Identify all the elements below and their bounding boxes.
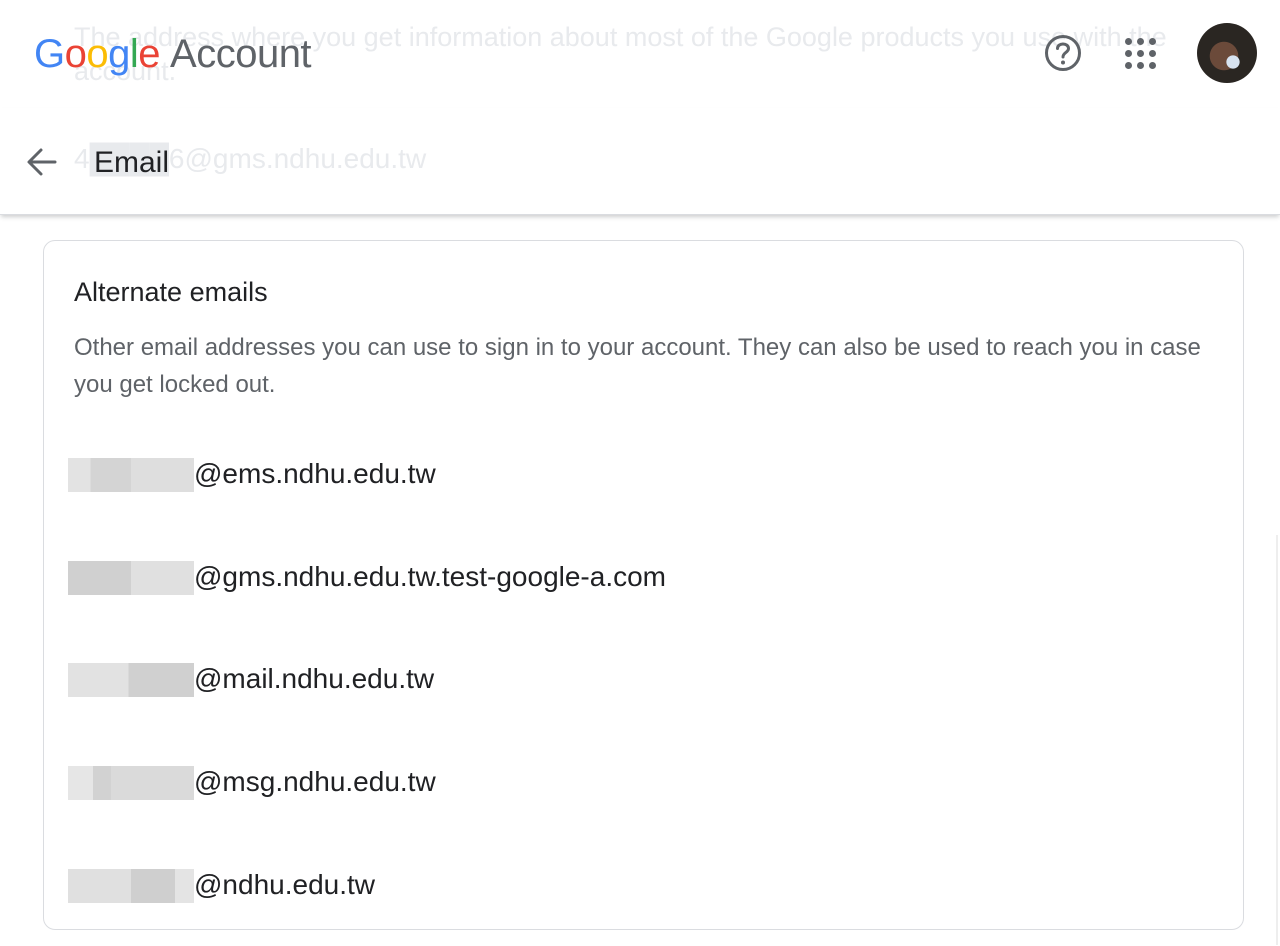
logo-letter: l (129, 32, 139, 76)
google-account-logo[interactable]: Google Account (34, 30, 312, 78)
alternate-emails-card: Alternate emails Other email addresses y… (43, 240, 1244, 930)
apps-grid-icon (1124, 37, 1156, 69)
account-avatar[interactable] (1197, 23, 1257, 83)
alternate-email-item: @ems.ndhu.edu.tw (68, 438, 1218, 541)
card-title: Alternate emails (74, 277, 268, 307)
logo-letter: g (108, 32, 130, 76)
redacted-username (68, 560, 194, 595)
page-title: Email (94, 146, 170, 179)
email-domain: @msg.ndhu.edu.tw (194, 766, 436, 798)
alternate-email-item: @mail.ndhu.edu.tw (68, 643, 1218, 746)
help-circle-icon (1045, 35, 1081, 71)
logo-letter: G (34, 32, 65, 76)
alternate-email-item: @ndhu.edu.tw (68, 849, 1218, 946)
redacted-username (68, 663, 194, 698)
redacted-username (68, 458, 194, 492)
email-domain: @ems.ndhu.edu.tw (194, 458, 436, 489)
logo-letter: e (138, 32, 161, 76)
page: The address where you get information ab… (0, 0, 1280, 946)
top-bar: Google Account (0, 0, 1280, 108)
email-domain: @gms.ndhu.edu.tw.test-google-a.com (194, 560, 667, 592)
alternate-email-item: @msg.ndhu.edu.tw (68, 746, 1218, 849)
redacted-username (68, 766, 194, 801)
logo-letter: o (64, 32, 87, 76)
alternate-email-item: @gms.ndhu.edu.tw.test-google-a.com (68, 541, 1218, 644)
arrow-back-icon (27, 148, 57, 176)
product-name: Account (170, 32, 312, 76)
back-button[interactable] (22, 142, 62, 182)
scrollbar-track[interactable] (1276, 535, 1278, 945)
google-apps-button[interactable] (1120, 33, 1160, 73)
email-domain: @ndhu.edu.tw (194, 868, 375, 900)
email-domain: @mail.ndhu.edu.tw (194, 663, 435, 695)
help-button[interactable] (1043, 33, 1083, 73)
redacted-username (68, 868, 194, 903)
card-description: Other email addresses you can use to sig… (74, 334, 1201, 398)
alternate-email-list: @ems.ndhu.edu.tw @gms.ndhu.edu.tw.test-g… (68, 438, 1218, 946)
page-header: Email (0, 108, 1280, 215)
logo-letter: o (86, 32, 109, 76)
